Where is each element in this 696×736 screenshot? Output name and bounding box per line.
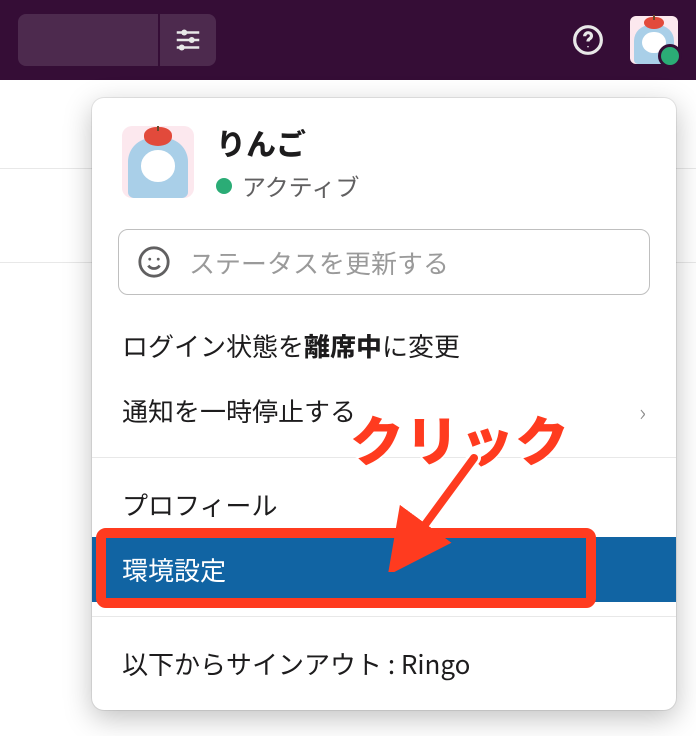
help-button[interactable] xyxy=(568,20,608,60)
menu-item-profile[interactable]: プロフィール xyxy=(92,472,676,537)
avatar-image xyxy=(122,126,194,198)
label: プロフィール xyxy=(122,486,277,523)
menu-divider xyxy=(92,616,676,617)
user-menu-popover: りんご アクティブ ステータスを更新する ログイン状態を 離席中 に変更 通知を… xyxy=(92,98,676,710)
menu-divider xyxy=(92,457,676,458)
menu-list: ログイン状態を 離席中 に変更 通知を一時停止する › プロフィール 環境設定 … xyxy=(92,305,676,696)
menu-item-preferences[interactable]: 環境設定 xyxy=(92,537,676,602)
user-avatar-large xyxy=(122,126,194,198)
chevron-right-icon: › xyxy=(639,393,646,428)
label-part: ログイン状態を xyxy=(122,327,304,364)
user-header: りんご アクティブ xyxy=(92,98,676,215)
label-part: に変更 xyxy=(382,327,460,364)
smile-icon xyxy=(137,245,171,279)
top-bar xyxy=(0,0,696,80)
user-name: りんご xyxy=(216,120,359,164)
status-placeholder: ステータスを更新する xyxy=(189,244,449,281)
label-bold: 離席中 xyxy=(304,327,382,364)
menu-item-signout[interactable]: 以下からサインアウト : Ringo xyxy=(92,631,676,696)
help-icon xyxy=(572,24,604,56)
sliders-icon xyxy=(173,25,203,55)
status-update-input[interactable]: ステータスを更新する xyxy=(118,229,650,295)
user-avatar-button[interactable] xyxy=(630,16,678,64)
presence-dot xyxy=(216,178,232,194)
search-input[interactable] xyxy=(18,14,158,66)
label: 通知を一時停止する xyxy=(122,392,356,429)
presence-indicator xyxy=(658,44,682,68)
label: 以下からサインアウト : Ringo xyxy=(122,645,470,682)
menu-item-pause-notifications[interactable]: 通知を一時停止する › xyxy=(92,378,676,443)
filter-button[interactable] xyxy=(160,14,216,66)
label: 環境設定 xyxy=(122,551,226,588)
presence-label: アクティブ xyxy=(242,168,359,203)
menu-item-set-away[interactable]: ログイン状態を 離席中 に変更 xyxy=(92,313,676,378)
search-area xyxy=(18,14,216,66)
